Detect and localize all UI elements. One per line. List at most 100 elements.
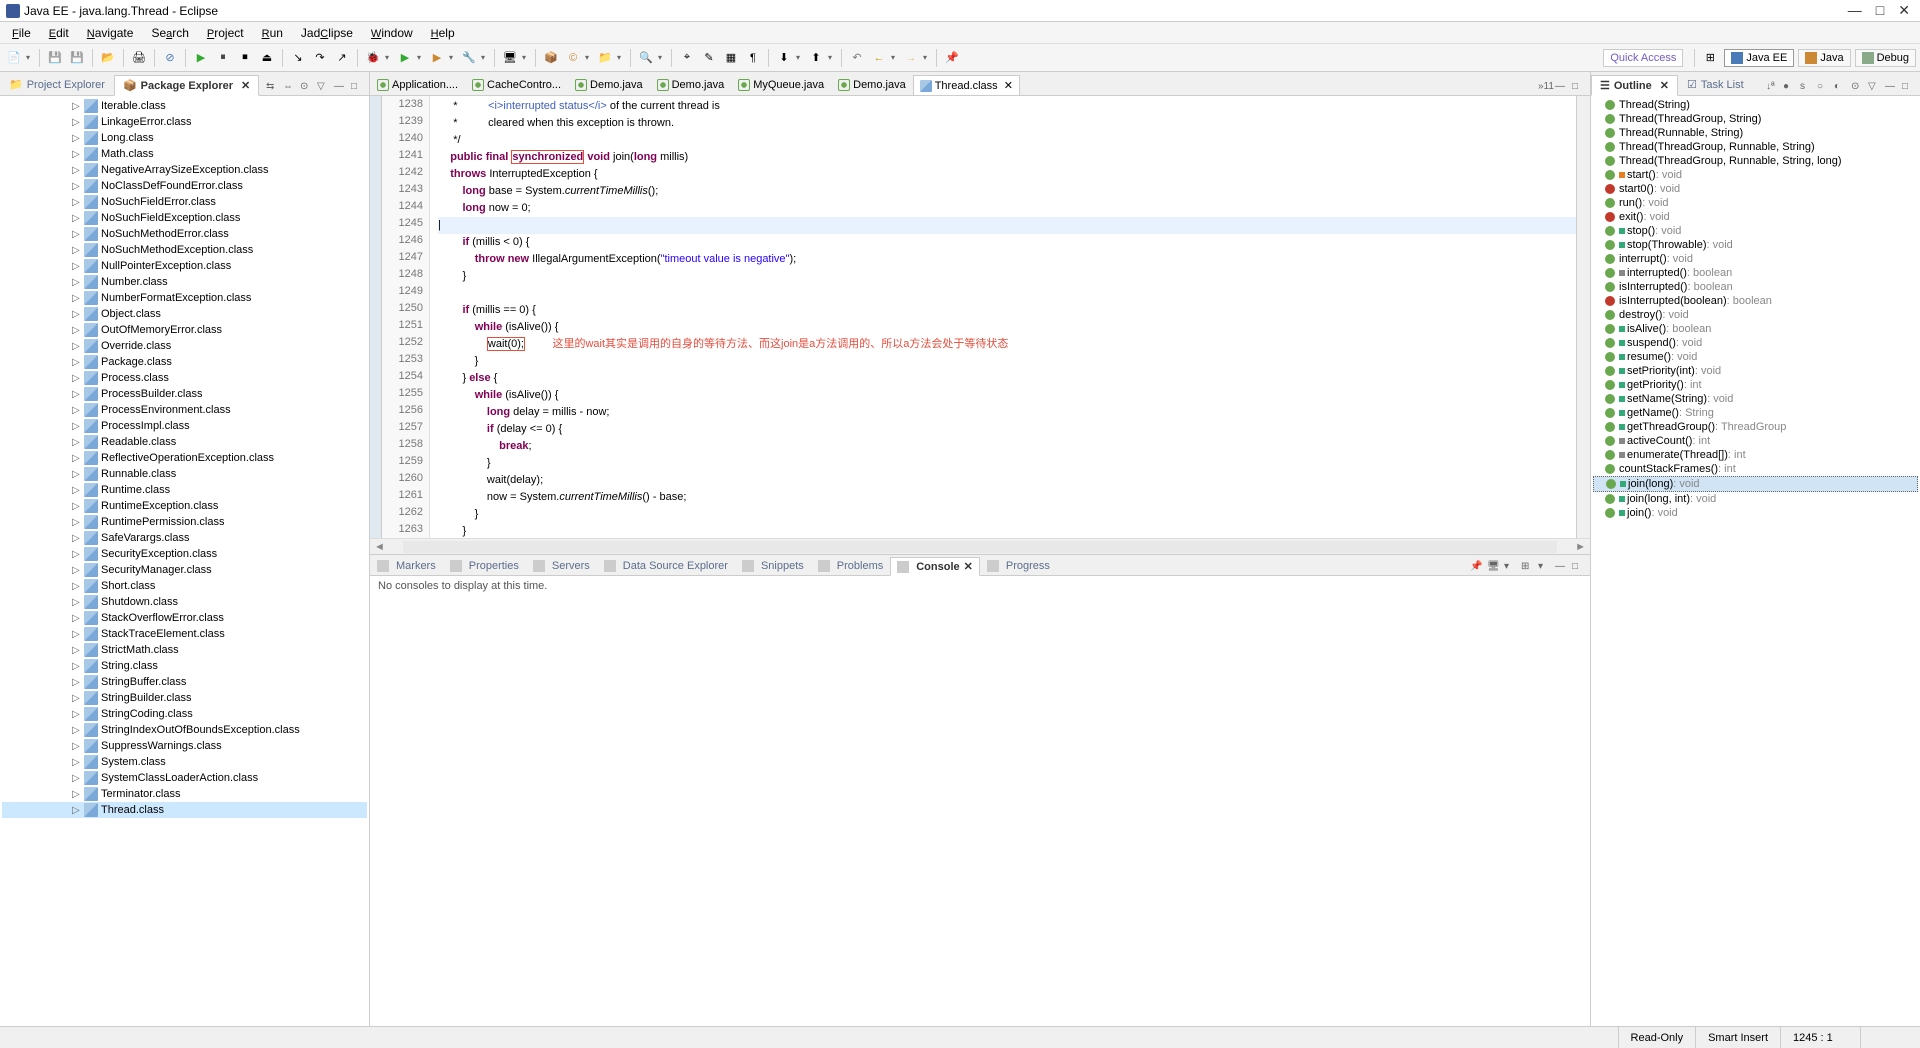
tab-project-explorer[interactable]: 📁Project Explorer	[0, 74, 114, 95]
outline-item[interactable]: Thread(Runnable, String)	[1593, 126, 1918, 140]
menu-navigate[interactable]: Navigate	[79, 24, 142, 42]
maximize-bottom-button[interactable]: □	[1572, 561, 1586, 575]
outline-item[interactable]: isInterrupted() : boolean	[1593, 280, 1918, 294]
tree-item[interactable]: ▷Short.class	[2, 578, 367, 594]
focus-button[interactable]: ⊙	[300, 81, 314, 95]
outline-item[interactable]: Thread(ThreadGroup, Runnable, String)	[1593, 140, 1918, 154]
outline-item[interactable]: enumerate(Thread[]) : int	[1593, 448, 1918, 462]
new-server-button[interactable]: 🖥	[500, 48, 520, 68]
step-into-button[interactable]: ↘	[288, 48, 308, 68]
tab-outline[interactable]: ☰Outline✕	[1591, 75, 1678, 96]
prev-annotation-button[interactable]: ⬆	[806, 48, 826, 68]
minimize-view-button[interactable]: —	[334, 81, 348, 95]
menu-run[interactable]: Run	[254, 24, 291, 42]
minimize-button[interactable]: —	[1848, 2, 1862, 19]
tree-item[interactable]: ▷SecurityManager.class	[2, 562, 367, 578]
new-button[interactable]: 📄	[4, 48, 24, 68]
minimize-editor-button[interactable]: —	[1555, 81, 1569, 95]
tree-item[interactable]: ▷StackTraceElement.class	[2, 626, 367, 642]
run-last-button[interactable]: ▶	[427, 48, 447, 68]
bottom-tab-servers[interactable]: Servers	[526, 557, 597, 575]
resume-button[interactable]: ▶	[191, 48, 211, 68]
bottom-tab-properties[interactable]: Properties	[443, 557, 526, 575]
tree-item[interactable]: ▷Runnable.class	[2, 466, 367, 482]
tree-item[interactable]: ▷StringCoding.class	[2, 706, 367, 722]
outline-item[interactable]: run() : void	[1593, 196, 1918, 210]
annotation-ruler[interactable]	[370, 96, 382, 538]
outline-item[interactable]: interrupt() : void	[1593, 252, 1918, 266]
terminate-button[interactable]: ⏹	[235, 48, 255, 68]
tree-item[interactable]: ▷SecurityException.class	[2, 546, 367, 562]
focus-outline-button[interactable]: ⊙	[1851, 81, 1865, 95]
outline-item[interactable]: Thread(String)	[1593, 98, 1918, 112]
new-package-button[interactable]: 📦	[541, 48, 561, 68]
pin-editor-button[interactable]: 📌	[942, 48, 962, 68]
tree-item[interactable]: ▷NegativeArraySizeException.class	[2, 162, 367, 178]
tree-item[interactable]: ▷Number.class	[2, 274, 367, 290]
tree-item[interactable]: ▷ReflectiveOperationException.class	[2, 450, 367, 466]
editor-tab[interactable]: Demo.java	[650, 75, 732, 95]
outline-tree[interactable]: Thread(String)Thread(ThreadGroup, String…	[1591, 96, 1920, 1026]
toggle-breadcrumb-button[interactable]: ⌖	[677, 48, 697, 68]
outline-item[interactable]: join(long, int) : void	[1593, 492, 1918, 506]
disconnect-button[interactable]: ⏏	[257, 48, 277, 68]
tree-item[interactable]: ▷StringBuffer.class	[2, 674, 367, 690]
new-class-button[interactable]: ©	[563, 48, 583, 68]
back-button[interactable]: ←	[869, 48, 889, 68]
tree-item[interactable]: ▷ProcessBuilder.class	[2, 386, 367, 402]
outline-item[interactable]: resume() : void	[1593, 350, 1918, 364]
menu-jadclipse[interactable]: JadClipse	[293, 24, 361, 42]
bottom-tab-snippets[interactable]: Snippets	[735, 557, 811, 575]
tree-item[interactable]: ▷NoSuchMethodError.class	[2, 226, 367, 242]
forward-button[interactable]: →	[901, 48, 921, 68]
outline-item[interactable]: getPriority() : int	[1593, 378, 1918, 392]
outline-item[interactable]: suspend() : void	[1593, 336, 1918, 350]
maximize-editor-button[interactable]: □	[1572, 81, 1586, 95]
tree-item[interactable]: ▷NullPointerException.class	[2, 258, 367, 274]
tree-item[interactable]: ▷LinkageError.class	[2, 114, 367, 130]
link-editor-button[interactable]: ⇔	[283, 81, 297, 95]
outline-item[interactable]: setPriority(int) : void	[1593, 364, 1918, 378]
open-perspective-button[interactable]: ⊞	[1700, 48, 1720, 68]
tree-item[interactable]: ▷NoClassDefFoundError.class	[2, 178, 367, 194]
tree-item[interactable]: ▷NoSuchFieldException.class	[2, 210, 367, 226]
code-editor[interactable]: * <i>interrupted status</i> of the curre…	[430, 96, 1576, 538]
maximize-outline-button[interactable]: □	[1902, 81, 1916, 95]
suspend-button[interactable]: ⏸	[213, 48, 233, 68]
tree-item[interactable]: ▷Math.class	[2, 146, 367, 162]
open-console-button[interactable]: ⊞	[1521, 561, 1535, 575]
horizontal-scrollbar[interactable]: ◄►	[370, 538, 1590, 554]
perspective-javaee[interactable]: Java EE	[1724, 49, 1794, 67]
quick-access[interactable]: Quick Access	[1603, 49, 1683, 67]
outline-item[interactable]: stop() : void	[1593, 224, 1918, 238]
maximize-button[interactable]: □	[1876, 2, 1884, 19]
new-folder-button[interactable]: 📁	[595, 48, 615, 68]
outline-item[interactable]: setName(String) : void	[1593, 392, 1918, 406]
tree-item[interactable]: ▷NumberFormatException.class	[2, 290, 367, 306]
print-button[interactable]: 🖨	[129, 48, 149, 68]
hide-nonpublic-button[interactable]: ○	[1817, 81, 1831, 95]
pin-console-button[interactable]: 📌	[1470, 561, 1484, 575]
hide-static-button[interactable]: s	[1800, 81, 1814, 95]
tree-item[interactable]: ▷RuntimeException.class	[2, 498, 367, 514]
tree-item[interactable]: ▷StringBuilder.class	[2, 690, 367, 706]
show-whitespace-button[interactable]: ¶	[743, 48, 763, 68]
outline-item[interactable]: join(long) : void	[1593, 476, 1918, 492]
menu-window[interactable]: Window	[363, 24, 421, 42]
tree-item[interactable]: ▷Terminator.class	[2, 786, 367, 802]
debug-button[interactable]: 🐞	[363, 48, 383, 68]
outline-item[interactable]: join() : void	[1593, 506, 1918, 520]
outline-item[interactable]: start0() : void	[1593, 182, 1918, 196]
perspective-debug[interactable]: Debug	[1855, 49, 1916, 67]
tree-item[interactable]: ▷StackOverflowError.class	[2, 610, 367, 626]
outline-item[interactable]: getName() : String	[1593, 406, 1918, 420]
last-edit-button[interactable]: ↶	[847, 48, 867, 68]
outline-item[interactable]: start() : void	[1593, 168, 1918, 182]
step-return-button[interactable]: ↗	[332, 48, 352, 68]
more-tabs-button[interactable]: »11	[1538, 81, 1552, 95]
outline-menu-button[interactable]: ▽	[1868, 81, 1882, 95]
bottom-tab-data-source-explorer[interactable]: Data Source Explorer	[597, 557, 735, 575]
outline-item[interactable]: destroy() : void	[1593, 308, 1918, 322]
external-tools-button[interactable]: 🔧	[459, 48, 479, 68]
tree-item[interactable]: ▷NoSuchFieldError.class	[2, 194, 367, 210]
